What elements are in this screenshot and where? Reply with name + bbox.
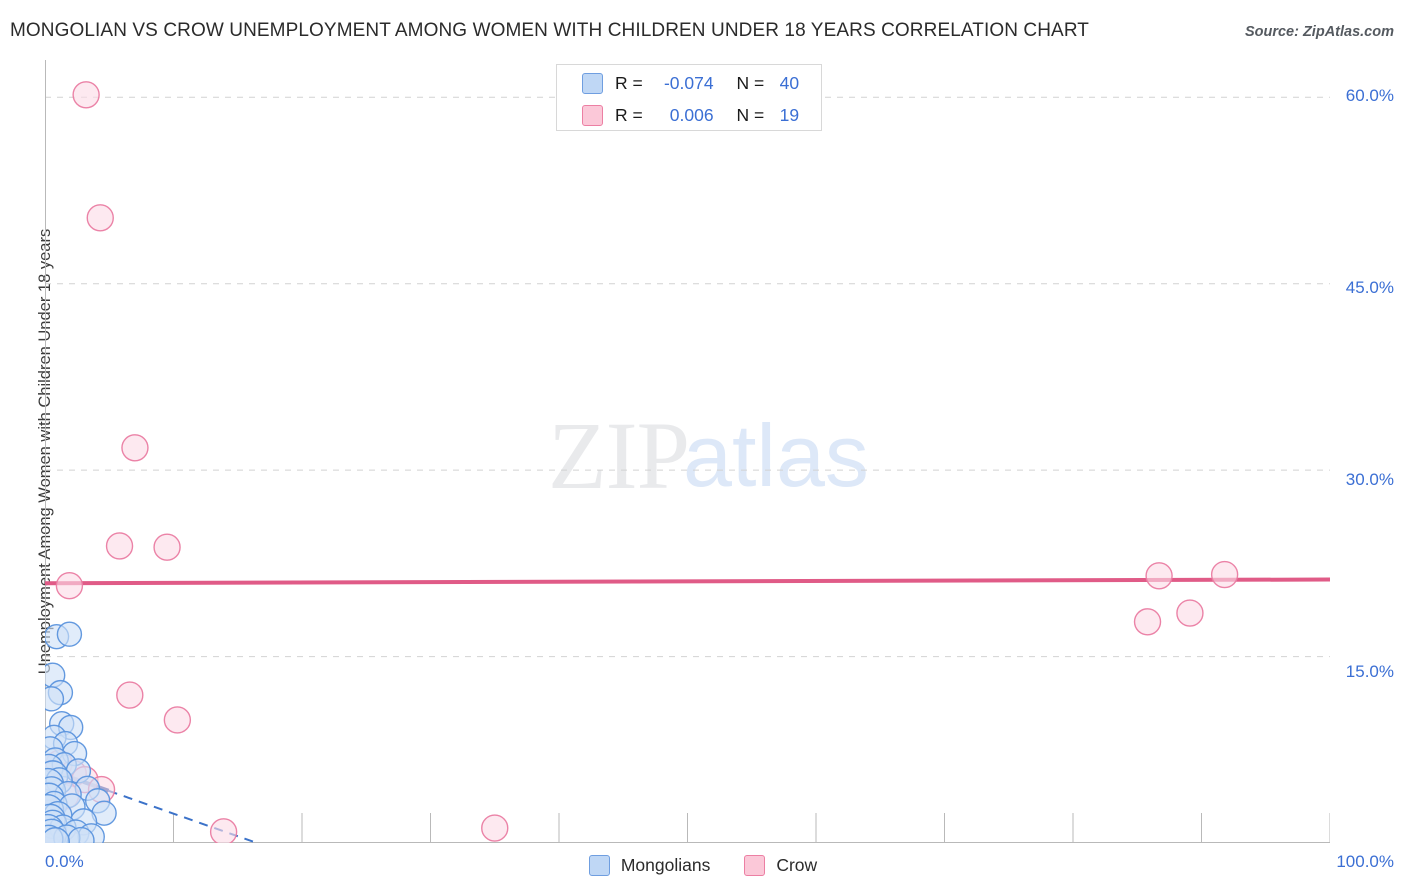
data-point-crow-9[interactable]: [1133, 608, 1162, 636]
stats-swatch-crow: [582, 104, 603, 126]
data-point-crow-1[interactable]: [86, 204, 114, 232]
y-tick-label-3: 15.0%: [1345, 662, 1394, 681]
data-point-crow-18[interactable]: [481, 814, 509, 842]
stats-r-value-mongolians: -0.074: [663, 72, 714, 93]
legend-item-mongolians[interactable]: Mongolians: [588, 854, 711, 876]
stats-r-label-mongolians: R =: [615, 72, 648, 93]
data-point-crow-17[interactable]: [209, 818, 238, 843]
y-tick-label-1: 45.0%: [1345, 278, 1394, 297]
correlation-stats-box: R = -0.074 N = 40 R = 0.006 N = 19: [556, 64, 822, 131]
stats-row-crow: R = 0.006 N = 19: [557, 101, 821, 129]
data-point-mongolians-1[interactable]: [56, 621, 83, 647]
source-label: Source: ZipAtlas.com: [1244, 24, 1394, 40]
stats-r-value-crow: 0.006: [669, 104, 714, 125]
stats-n-label-mongolians: N =: [736, 72, 770, 93]
data-point-crow-11[interactable]: [163, 706, 192, 734]
stats-r-label-crow: R =: [615, 104, 648, 125]
stats-r-group-crow: R = 0.006: [615, 105, 714, 126]
series-crow: [45, 81, 1239, 843]
legend-label-crow: Crow: [776, 854, 818, 875]
stats-row-mongolians: R = -0.074 N = 40: [557, 69, 821, 97]
data-point-crow-8[interactable]: [1176, 599, 1204, 627]
y-tick-label-0: 60.0%: [1345, 86, 1394, 105]
data-point-mongolians-4[interactable]: [45, 686, 65, 712]
data-point-crow-6[interactable]: [1145, 562, 1173, 590]
legend-label-mongolians: Mongolians: [620, 854, 711, 875]
legend-swatch-crow: [744, 854, 766, 876]
stats-r-group-mongolians: R = -0.074: [615, 73, 714, 94]
stats-n-group-mongolians: N = 40: [736, 73, 799, 94]
stats-n-group-crow: N = 19: [736, 105, 799, 126]
stats-n-value-mongolians: 40: [779, 72, 800, 93]
page-title: MONGOLIAN VS CROW UNEMPLOYMENT AMONG WOM…: [10, 20, 1090, 41]
data-point-crow-4[interactable]: [153, 533, 181, 561]
plot-svg: [45, 60, 1330, 843]
trendline-crow: [45, 577, 1330, 586]
legend-swatch-mongolians: [588, 854, 610, 876]
stats-swatch-mongolians: [582, 72, 603, 94]
stats-n-value-crow: 19: [779, 104, 800, 125]
data-point-crow-10[interactable]: [116, 681, 144, 709]
data-point-crow-5[interactable]: [55, 572, 84, 600]
data-point-crow-0[interactable]: [72, 81, 100, 109]
data-point-crow-7[interactable]: [1210, 560, 1239, 589]
scatter-plot-area: [45, 60, 1330, 843]
chart-page: MONGOLIAN VS CROW UNEMPLOYMENT AMONG WOM…: [0, 0, 1406, 892]
stats-n-label-crow: N =: [736, 104, 770, 125]
y-tick-label-2: 30.0%: [1345, 470, 1394, 489]
series-legend: Mongolians Crow: [0, 850, 1406, 880]
legend-item-crow[interactable]: Crow: [744, 854, 818, 876]
series-mongolians: [45, 621, 117, 843]
data-point-crow-3[interactable]: [105, 532, 134, 560]
data-point-crow-2[interactable]: [121, 434, 149, 462]
